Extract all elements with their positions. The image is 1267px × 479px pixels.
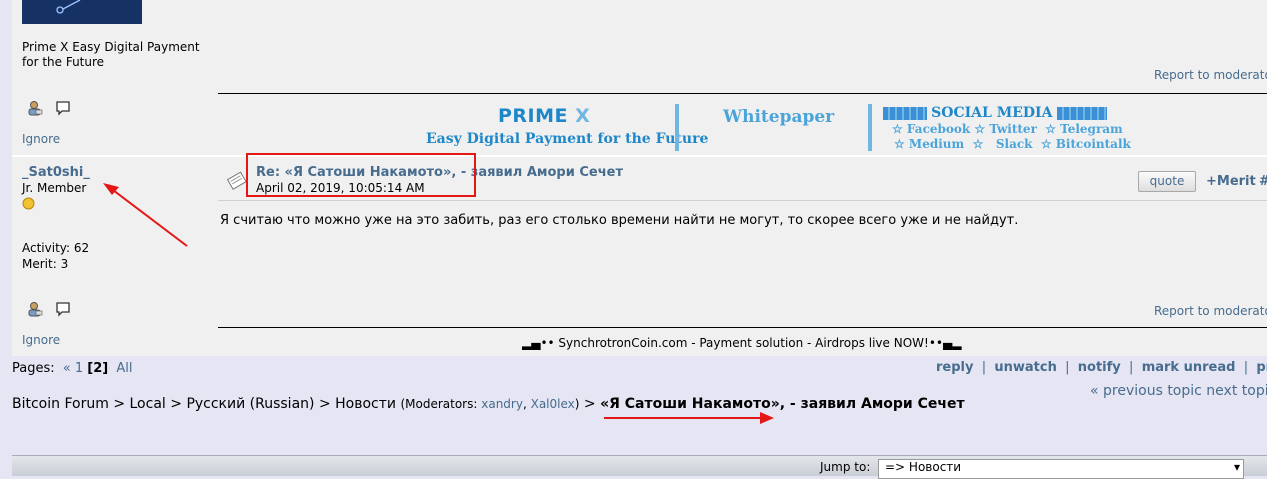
post2-report-link[interactable]: Report to moderator <box>1154 304 1267 318</box>
post2-profile-icons <box>26 300 72 322</box>
prime-x-subtitle: Easy Digital Payment for the Future <box>426 131 709 147</box>
message-icon[interactable] <box>54 300 72 322</box>
post-body: Я считаю что можно уже на это забить, ра… <box>220 213 1019 228</box>
banner-divider-1 <box>675 104 679 151</box>
post2-signature-link[interactable]: ▂▄•• SynchrotronCoin.com - Payment solut… <box>522 336 961 350</box>
pages-prev-link[interactable]: « <box>63 361 71 376</box>
post1-signature-text: Prime X Easy Digital Payment for the Fut… <box>22 40 200 69</box>
jump-label: Jump to: <box>820 460 871 474</box>
post-message-icon <box>226 169 248 195</box>
banner-divider-2 <box>868 104 872 151</box>
jump-select[interactable]: => Новости ▾ <box>878 459 1244 479</box>
network-graphic-icon <box>22 0 142 24</box>
post1-report-link[interactable]: Report to moderator <box>1154 68 1267 82</box>
prime-x-banner[interactable]: PRIME X Easy Digital Payment for the Fut… <box>218 96 1131 152</box>
post2-header-divider <box>218 200 1267 201</box>
notify-button[interactable]: notify <box>1078 360 1121 375</box>
jump-bar: Jump to: => Новости ▾ <box>12 455 1267 479</box>
topic-nav-links[interactable]: « previous topic next topic » <box>1090 383 1267 399</box>
page-1-link[interactable]: 1 <box>75 361 83 376</box>
message-icon[interactable] <box>54 99 72 121</box>
post-2: _Sat0shi_ Jr. Member Activity: 62 Merit:… <box>12 157 1267 356</box>
pages-all-link[interactable]: All <box>116 361 132 376</box>
moderator-xal0lex[interactable]: Xal0lex <box>531 397 575 411</box>
poster-username[interactable]: _Sat0shi_ <box>22 165 90 180</box>
annotation-title-highlight <box>246 153 476 197</box>
social-media-header: SOCIAL MEDIA <box>883 105 1107 121</box>
breadcrumb-russian[interactable]: Русский (Russian) <box>186 396 314 412</box>
post2-ignore-link[interactable]: Ignore <box>22 333 60 347</box>
post1-signature-divider <box>218 93 1267 94</box>
whitepaper-link[interactable]: Whitepaper <box>723 107 834 127</box>
poster-rank: Jr. Member <box>22 181 87 195</box>
moderator-xandry[interactable]: xandry <box>481 397 523 411</box>
poster-merit: Merit: 3 <box>22 257 69 271</box>
breadcrumb-news[interactable]: Новости <box>335 396 396 412</box>
post1-ignore-link[interactable]: Ignore <box>22 132 60 146</box>
quote-button[interactable]: quote <box>1138 171 1196 192</box>
profile-icon[interactable] <box>26 99 44 121</box>
social-links-row-2[interactable]: ☆ Medium ☆ Slack ☆ Bitcointalk <box>894 137 1131 151</box>
post-permalink[interactable]: # <box>1259 174 1267 189</box>
breadcrumb-forum[interactable]: Bitcoin Forum <box>12 396 109 412</box>
breadcrumb: Bitcoin Forum > Local > Русский (Russian… <box>12 396 965 412</box>
post-1: Prime X Easy Digital Payment for the Fut… <box>12 0 1267 155</box>
annotation-arrow-breadcrumb <box>604 412 774 424</box>
unwatch-button[interactable]: unwatch <box>994 360 1056 375</box>
social-links-row-1[interactable]: ☆ Facebook ☆ Twitter ☆ Telegram <box>892 122 1123 136</box>
chevron-down-icon: ▾ <box>1233 460 1240 474</box>
rank-coin-icon <box>22 197 35 214</box>
pagination: Pages: « 1 [2] All <box>12 361 133 376</box>
print-button[interactable]: print <box>1256 360 1267 375</box>
breadcrumb-local[interactable]: Local <box>130 396 166 412</box>
profile-icon[interactable] <box>26 300 44 322</box>
merit-link[interactable]: +Merit <box>1206 174 1256 189</box>
post1-profile-icons <box>26 99 72 121</box>
mark-unread-button[interactable]: mark unread <box>1142 360 1236 375</box>
topic-actions: reply | unwatch | notify | mark unread |… <box>936 360 1267 375</box>
reply-button[interactable]: reply <box>936 360 973 375</box>
post2-signature-divider <box>218 327 1267 328</box>
poster-activity: Activity: 62 <box>22 241 90 255</box>
pages-label: Pages: <box>12 361 55 376</box>
moderators-list: (Moderators: xandry, Xal0lex) <box>400 397 580 411</box>
annotation-arrow-username <box>103 183 188 247</box>
prime-x-title: PRIME X <box>498 105 591 127</box>
post1-avatar-image <box>22 0 142 24</box>
current-page: [2] <box>87 361 109 376</box>
